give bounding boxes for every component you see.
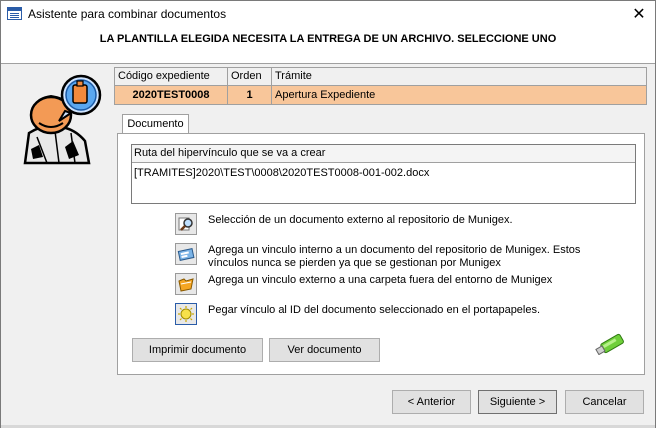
assistant-avatar-icon (23, 74, 102, 165)
view-document-button[interactable]: Ver documento (269, 338, 380, 362)
cell-tramite: Apertura Expediente (272, 86, 646, 104)
column-header-tramite: Trámite (272, 68, 646, 86)
clipboard-id-icon (178, 306, 194, 322)
route-value[interactable]: [TRAMITES]2020\TEST\0008\2020TEST0008-00… (134, 167, 429, 179)
cancel-button[interactable]: Cancelar (565, 390, 644, 414)
folder-link-button[interactable] (175, 273, 197, 295)
option-text-internal: Agrega un vinculo interno a un documento… (208, 244, 581, 269)
paste-id-button[interactable] (175, 303, 197, 325)
print-document-button[interactable]: Imprimir documento (132, 338, 263, 362)
close-icon: ✕ (632, 6, 646, 23)
cell-codigo-expediente: 2020TEST0008 (115, 86, 227, 104)
title-bar: Asistente para combinar documentos ✕ (1, 1, 655, 27)
cancel-label: Cancelar (582, 396, 627, 408)
next-button[interactable]: Siguiente > (478, 390, 557, 414)
column-header-codigo: Código expediente (115, 68, 227, 86)
repository-link-icon (177, 248, 195, 261)
wizard-window: Asistente para combinar documentos ✕ LA … (0, 0, 656, 428)
table-divider (227, 68, 228, 104)
cell-orden: 1 (228, 86, 271, 104)
option-text-folder: Agrega un vinculo externo a una carpeta … (208, 274, 553, 286)
print-document-label: Imprimir documento (148, 344, 247, 356)
magnifier-icon (178, 217, 193, 231)
internal-link-button[interactable] (175, 243, 197, 265)
app-form-icon (7, 7, 22, 20)
header-instruction: LA PLANTILLA ELEGIDA NECESITA LA ENTREGA… (99, 33, 557, 45)
route-label: Ruta del hipervínculo que se va a crear (132, 145, 635, 163)
view-document-label: Ver documento (287, 344, 362, 356)
column-header-orden: Orden (228, 68, 271, 86)
option-text-external: Selección de un documento externo al rep… (208, 214, 513, 226)
window-title: Asistente para combinar documentos (28, 7, 227, 21)
back-label: < Anterior (407, 396, 456, 408)
folder-link-icon (178, 278, 194, 292)
option-text-paste: Pegar vínculo al ID del documento selecc… (208, 304, 541, 316)
expediente-table: Código expediente Orden Trámite 2020TEST… (114, 67, 647, 105)
close-button[interactable]: ✕ (623, 1, 655, 27)
tab-documento[interactable]: Documento (122, 114, 189, 134)
header-band: LA PLANTILLA ELEGIDA NECESITA LA ENTREGA… (1, 27, 655, 64)
route-field[interactable]: Ruta del hipervínculo que se va a crear … (131, 144, 636, 204)
back-button[interactable]: < Anterior (392, 390, 471, 414)
next-label: Siguiente > (489, 396, 546, 408)
select-external-button[interactable] (175, 213, 197, 235)
usb-drive-icon (595, 333, 624, 355)
table-divider (271, 68, 272, 104)
